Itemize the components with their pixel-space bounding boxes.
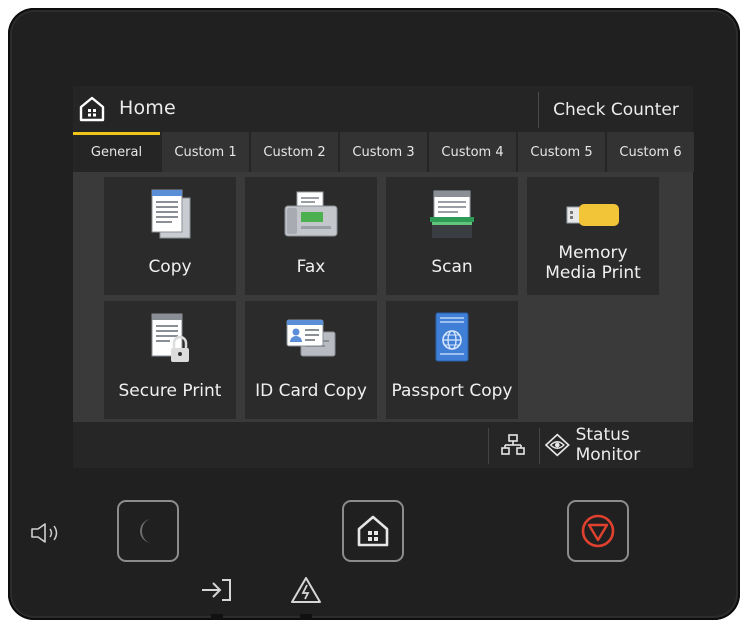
usb-memory-icon <box>566 204 619 226</box>
tab-custom-4[interactable]: Custom 4 <box>429 132 516 172</box>
copy-icon <box>151 189 191 239</box>
status-monitor-label: Status Monitor <box>575 425 641 465</box>
home-icon <box>357 515 389 547</box>
tab-bar: General Custom 1 Custom 2 Custom 3 Custo… <box>73 132 694 172</box>
status-bar-divider <box>539 428 540 464</box>
id-card-copy-tile[interactable]: ID Card Copy <box>245 301 377 419</box>
tile-label: Memory Media Print <box>527 243 659 283</box>
stop-button[interactable] <box>567 500 629 562</box>
home-icon[interactable] <box>79 96 105 122</box>
data-arrow-icon <box>202 579 231 601</box>
tile-label-line-1: Memory <box>558 243 628 263</box>
error-indicator-lamp <box>300 614 312 620</box>
status-monitor-button[interactable]: Status Monitor <box>545 422 693 468</box>
status-bar-divider <box>488 428 489 464</box>
secure-print-tile[interactable]: Secure Print <box>104 301 236 419</box>
touch-screen: Home Check Counter General Custom 1 Cust… <box>73 86 694 468</box>
fax-tile[interactable]: Fax <box>245 177 377 295</box>
warning-icon <box>291 577 321 603</box>
passport-icon <box>435 312 469 362</box>
tile-label: Secure Print <box>118 381 222 401</box>
tab-custom-1[interactable]: Custom 1 <box>162 132 249 172</box>
id-card-icon <box>286 319 336 357</box>
tile-label: Passport Copy <box>391 381 513 401</box>
tile-label: Scan <box>431 257 473 277</box>
status-bar: Status Monitor <box>73 422 693 468</box>
header-bar: Home Check Counter <box>73 86 693 132</box>
tab-custom-5[interactable]: Custom 5 <box>518 132 605 172</box>
moon-icon <box>140 519 152 543</box>
tab-custom-6[interactable]: Custom 6 <box>607 132 694 172</box>
memory-media-print-tile[interactable]: Memory Media Print <box>527 177 659 295</box>
scan-tile[interactable]: Scan <box>386 177 518 295</box>
tab-general[interactable]: General <box>73 132 160 172</box>
tile-label: Fax <box>296 257 326 277</box>
tab-custom-3[interactable]: Custom 3 <box>340 132 427 172</box>
secure-print-icon <box>151 313 189 362</box>
printer-control-panel: Home Check Counter General Custom 1 Cust… <box>8 8 740 620</box>
data-indicator-lamp <box>211 614 223 620</box>
fax-icon <box>284 191 338 237</box>
scan-icon <box>430 190 474 238</box>
function-grid: Copy Fax Scan Memory Media Print Secure … <box>73 172 693 422</box>
eye-icon <box>545 433 570 457</box>
tile-label-line-2: Media Print <box>545 263 641 283</box>
tile-label: ID Card Copy <box>255 381 367 401</box>
network-icon[interactable] <box>501 434 525 456</box>
check-counter-button[interactable]: Check Counter <box>539 86 693 132</box>
energy-saver-button[interactable] <box>117 500 179 562</box>
copy-tile[interactable]: Copy <box>104 177 236 295</box>
speaker-icon <box>31 523 58 543</box>
home-title: Home <box>119 97 176 119</box>
tile-label: Copy <box>148 257 192 277</box>
passport-copy-tile[interactable]: Passport Copy <box>386 301 518 419</box>
home-hardware-button[interactable] <box>342 500 404 562</box>
tab-custom-2[interactable]: Custom 2 <box>251 132 338 172</box>
stop-icon <box>581 514 615 548</box>
